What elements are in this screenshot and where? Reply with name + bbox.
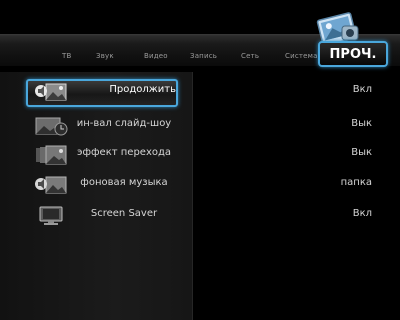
slideshow-interval-icon [35,117,68,136]
tab-system[interactable]: Система [285,52,318,60]
screensaver-monitor-icon [39,206,63,225]
setting-row-screen-saver[interactable]: Screen Saver Вкл [0,203,400,229]
tab-network[interactable]: Сеть [241,52,259,60]
background-music-icon [35,176,67,194]
setting-value[interactable]: Вкл [320,208,372,219]
setting-row-slideshow-interval[interactable]: ин-вал слайд-шоу Вык [0,113,400,139]
tab-tv[interactable]: ТВ [62,52,71,60]
tab-record[interactable]: Запись [190,52,217,60]
setting-label: эффект перехода [76,147,172,158]
setting-row-background-music[interactable]: фоновая музыка папка [0,172,400,198]
transition-effect-icon [36,145,67,165]
music-picture-icon [35,83,67,101]
setting-row-transition-effect[interactable]: эффект перехода Вык [0,142,400,168]
setting-value[interactable]: папка [320,177,372,188]
setting-label: фоновая музыка [80,177,168,188]
setting-value[interactable]: Вык [320,118,372,129]
setting-label: Продолжить [109,84,176,95]
active-section-badge[interactable]: ПРОЧ. [318,41,388,67]
tab-video[interactable]: Видео [144,52,168,60]
tab-sound[interactable]: Звук [96,52,114,60]
setting-value[interactable]: Вкл [320,84,372,95]
setting-label: ин-вал слайд-шоу [76,118,172,129]
setting-row-resume[interactable]: Продолжить Вкл [0,79,400,107]
setting-label: Screen Saver [90,208,158,219]
setting-value[interactable]: Вык [320,147,372,158]
